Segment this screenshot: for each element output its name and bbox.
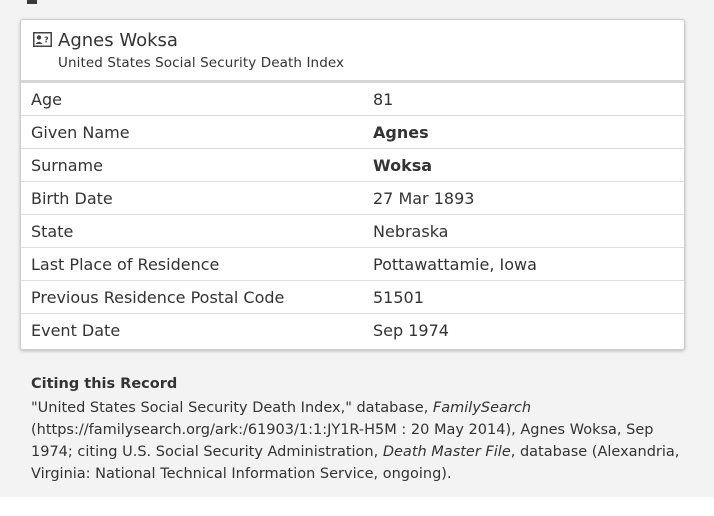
- person-name[interactable]: Agnes Woksa: [58, 30, 178, 51]
- field-label: Age: [21, 83, 363, 116]
- field-value: 51501: [363, 280, 684, 314]
- record-card: ? Agnes Woksa United States Social Secur…: [20, 19, 685, 350]
- field-label: Given Name: [21, 115, 363, 149]
- field-label: Last Place of Residence: [21, 247, 363, 281]
- citation-section: Citing this Record "United States Social…: [31, 376, 681, 485]
- citation-source-italic: FamilySearch: [432, 400, 532, 416]
- page-footer-strip: [0, 497, 714, 516]
- field-label: Surname: [21, 148, 363, 182]
- field-value: Agnes: [363, 115, 684, 149]
- citation-part: "United States Social Security Death Ind…: [31, 400, 433, 416]
- field-value: Woksa: [363, 148, 684, 182]
- field-value: 27 Mar 1893: [363, 181, 684, 215]
- collection-name[interactable]: United States Social Security Death Inde…: [58, 55, 344, 71]
- record-fields-table: Age 81 Given Name Agnes Surname Woksa Birth Da…: [21, 83, 684, 346]
- field-value: 81: [363, 83, 684, 116]
- citation-text: "United States Social Security Death Ind…: [31, 397, 681, 485]
- svg-text:?: ?: [44, 36, 49, 45]
- person-record-icon: ?: [33, 32, 52, 47]
- citation-title: Citing this Record: [31, 376, 178, 392]
- record-header: ? Agnes Woksa United States Social Secur…: [21, 20, 684, 83]
- field-row: Given Name Agnes: [21, 115, 684, 149]
- citation-file-italic: Death Master File: [382, 444, 511, 460]
- field-row: Birth Date 27 Mar 1893: [21, 181, 684, 215]
- top-edge-mark: [27, 0, 37, 4]
- field-label: Birth Date: [21, 181, 363, 215]
- field-value: Nebraska: [363, 214, 684, 248]
- field-row: Event Date Sep 1974: [21, 314, 684, 347]
- field-row: Surname Woksa: [21, 148, 684, 182]
- field-row: Last Place of Residence Pottawattamie, Io…: [21, 247, 684, 281]
- field-row: Previous Residence Postal Code 51501: [21, 280, 684, 314]
- field-label: State: [21, 214, 363, 248]
- field-label: Previous Residence Postal Code: [21, 280, 363, 314]
- field-row: State Nebraska: [21, 214, 684, 248]
- field-value: Sep 1974: [373, 320, 449, 340]
- field-value: Pottawattamie, Iowa: [363, 247, 684, 281]
- field-label: Event Date: [31, 320, 121, 340]
- field-row: Age 81: [21, 83, 684, 116]
